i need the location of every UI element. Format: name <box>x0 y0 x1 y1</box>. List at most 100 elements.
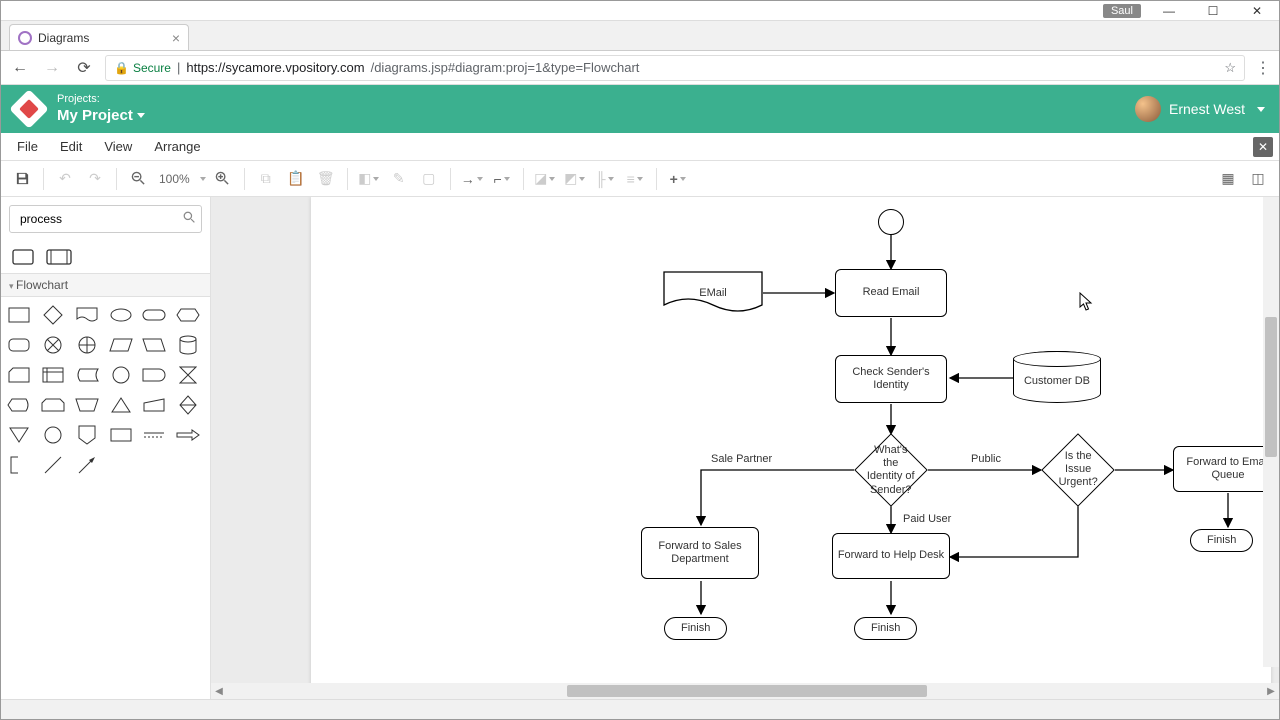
close-panel-button[interactable]: ✕ <box>1253 137 1273 157</box>
shape-ellipse[interactable] <box>107 303 135 327</box>
shadow-button[interactable]: ▢ <box>416 166 442 192</box>
node-finish-2[interactable]: Finish <box>854 617 917 640</box>
horizontal-scrollbar[interactable]: ◀ ▶ <box>211 683 1279 699</box>
shape-manual-input[interactable] <box>140 393 168 417</box>
shape-circle2[interactable] <box>39 423 67 447</box>
shape-process2[interactable] <box>107 423 135 447</box>
app-logo[interactable] <box>9 89 49 129</box>
node-finish-1[interactable]: Finish <box>664 617 727 640</box>
node-fwd-sales[interactable]: Forward to Sales Department <box>641 527 759 579</box>
url-host: https://sycamore.vpository.com <box>186 60 364 75</box>
url-field[interactable]: 🔒 Secure | https://sycamore.vpository.co… <box>105 55 1245 81</box>
shape-arrow[interactable] <box>174 423 202 447</box>
new-tab-button[interactable] <box>189 26 213 50</box>
shape-data[interactable] <box>107 333 135 357</box>
shape-loop-limit[interactable] <box>39 393 67 417</box>
shape-manual-operation[interactable] <box>73 393 101 417</box>
zoom-in-button[interactable] <box>210 166 236 192</box>
browser-tab[interactable]: Diagrams × <box>9 24 189 50</box>
shape-card[interactable] <box>5 363 33 387</box>
node-customer-db[interactable]: Customer DB <box>1013 351 1101 403</box>
shape-tape[interactable] <box>140 423 168 447</box>
browser-menu-button[interactable]: ⋮ <box>1255 58 1271 78</box>
shape-rounded[interactable] <box>5 333 33 357</box>
node-start[interactable] <box>878 209 904 235</box>
node-decision-identity[interactable]: What's the Identity of Sender? <box>854 433 928 507</box>
shape-process[interactable] <box>9 245 37 269</box>
bookmark-star-icon[interactable]: ☆ <box>1224 60 1236 76</box>
shape-rectangle[interactable] <box>5 303 33 327</box>
shape-summing[interactable] <box>39 333 67 357</box>
shape-line[interactable] <box>39 453 67 477</box>
back-button[interactable]: ← <box>9 57 31 79</box>
distribute-button[interactable]: ≡ <box>622 166 648 192</box>
shape-sort[interactable] <box>174 393 202 417</box>
paste-button[interactable]: 📋 <box>283 166 309 192</box>
project-selector[interactable]: Projects: My Project <box>57 93 145 124</box>
delete-button[interactable]: 🗑 <box>313 166 339 192</box>
shape-diamond[interactable] <box>39 303 67 327</box>
shape-merge[interactable] <box>5 423 33 447</box>
close-tab-icon[interactable]: × <box>172 30 180 46</box>
reload-button[interactable]: ⟳ <box>73 57 95 79</box>
user-menu[interactable]: Ernest West <box>1135 96 1265 122</box>
connector-button[interactable]: → <box>459 166 485 192</box>
menu-arrange[interactable]: Arrange <box>144 135 210 158</box>
node-finish-3[interactable]: Finish <box>1190 529 1253 552</box>
add-button[interactable]: + <box>665 166 691 192</box>
maximize-button[interactable]: ☐ <box>1191 1 1235 21</box>
search-icon[interactable] <box>183 211 196 227</box>
stroke-button[interactable]: ✎ <box>386 166 412 192</box>
undo-button[interactable]: ↶ <box>52 166 78 192</box>
fill-button[interactable]: ◧ <box>356 166 382 192</box>
canvas-scroll[interactable]: EMail Read Email Check Sender's Identity… <box>211 197 1279 683</box>
menu-file[interactable]: File <box>7 135 48 158</box>
chevron-down-icon[interactable] <box>200 177 206 181</box>
shape-palette <box>1 297 210 483</box>
shape-terminator[interactable] <box>140 303 168 327</box>
search-input[interactable] <box>18 211 177 227</box>
shape-search[interactable] <box>9 205 202 233</box>
arrange-front-button[interactable]: ◪ <box>532 166 558 192</box>
node-read-email[interactable]: Read Email <box>835 269 947 317</box>
shape-display[interactable] <box>5 393 33 417</box>
shape-document[interactable] <box>73 303 101 327</box>
shape-stored-data[interactable] <box>73 363 101 387</box>
forward-button[interactable]: → <box>41 57 63 79</box>
shape-database[interactable] <box>174 333 202 357</box>
palette-header-flowchart[interactable]: Flowchart <box>1 273 210 297</box>
save-button[interactable] <box>9 166 35 192</box>
shape-or[interactable] <box>73 333 101 357</box>
redo-button[interactable]: ↷ <box>82 166 108 192</box>
vertical-scrollbar[interactable] <box>1263 197 1279 667</box>
zoom-out-button[interactable] <box>125 166 151 192</box>
minimize-button[interactable]: — <box>1147 1 1191 21</box>
browser-urlbar: ← → ⟳ 🔒 Secure | https://sycamore.vposit… <box>1 51 1279 85</box>
menu-edit[interactable]: Edit <box>50 135 92 158</box>
node-fwd-helpdesk[interactable]: Forward to Help Desk <box>832 533 950 579</box>
shape-line-arrow[interactable] <box>73 453 101 477</box>
shape-offpage[interactable] <box>73 423 101 447</box>
shape-annotation[interactable] <box>5 453 33 477</box>
zoom-level[interactable]: 100% <box>155 172 194 186</box>
waypoint-button[interactable]: ⌐ <box>489 166 515 192</box>
shape-internal-storage[interactable] <box>39 363 67 387</box>
canvas-page[interactable]: EMail Read Email Check Sender's Identity… <box>311 197 1271 683</box>
shape-predefined-process[interactable] <box>45 245 73 269</box>
shape-hexagon[interactable] <box>174 303 202 327</box>
shape-delay[interactable] <box>140 363 168 387</box>
node-decision-urgent[interactable]: Is the Issue Urgent? <box>1041 433 1115 507</box>
outline-panel-button[interactable]: ▦ <box>1215 166 1241 192</box>
node-check-identity[interactable]: Check Sender's Identity <box>835 355 947 403</box>
copy-button[interactable]: ⧉ <box>253 166 279 192</box>
node-email-doc[interactable]: EMail <box>663 271 763 315</box>
shape-parallelogram[interactable] <box>140 333 168 357</box>
close-window-button[interactable]: ✕ <box>1235 1 1279 21</box>
format-panel-button[interactable]: ◫ <box>1245 166 1271 192</box>
menu-view[interactable]: View <box>94 135 142 158</box>
arrange-back-button[interactable]: ◩ <box>562 166 588 192</box>
shape-connector-circle[interactable] <box>107 363 135 387</box>
shape-collate[interactable] <box>174 363 202 387</box>
align-button[interactable]: ╟ <box>592 166 618 192</box>
shape-extract[interactable] <box>107 393 135 417</box>
